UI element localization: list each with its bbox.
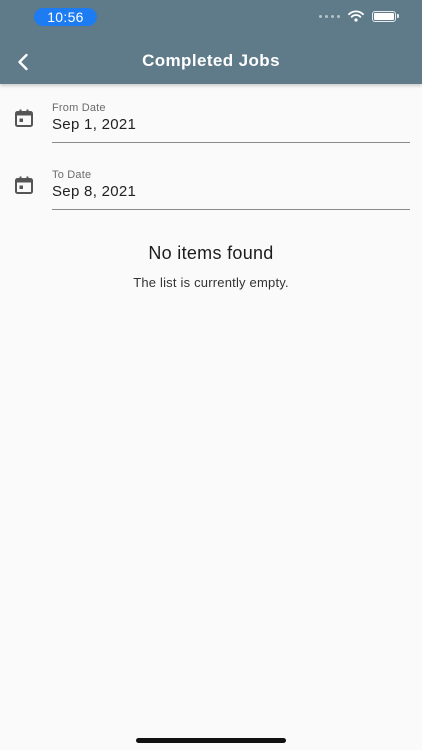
- status-icons: [319, 10, 399, 22]
- cellular-signal-icon: [319, 14, 340, 18]
- home-indicator[interactable]: [136, 738, 286, 743]
- to-date-input[interactable]: To Date Sep 8, 2021: [52, 169, 410, 210]
- from-date-label: From Date: [52, 102, 106, 114]
- calendar-icon: [15, 176, 33, 194]
- to-date-value: Sep 8, 2021: [52, 183, 137, 200]
- app-bar: Completed Jobs: [0, 40, 422, 84]
- page-title: Completed Jobs: [142, 51, 280, 70]
- to-date-label: To Date: [52, 169, 92, 181]
- top-bar: 10:56 Completed Jobs: [0, 0, 422, 84]
- empty-state-message: The list is currently empty.: [133, 275, 289, 290]
- from-date-value: Sep 1, 2021: [52, 116, 137, 133]
- status-bar: 10:56: [0, 0, 422, 36]
- empty-state-title: No items found: [148, 243, 274, 263]
- from-date-input[interactable]: From Date Sep 1, 2021: [52, 102, 410, 143]
- calendar-icon: [15, 109, 33, 127]
- battery-icon: [372, 10, 399, 22]
- wifi-icon: [348, 10, 364, 22]
- from-date-field[interactable]: From Date Sep 1, 2021: [0, 96, 422, 156]
- to-date-field[interactable]: To Date Sep 8, 2021: [0, 163, 422, 223]
- status-time: 10:56: [34, 8, 97, 26]
